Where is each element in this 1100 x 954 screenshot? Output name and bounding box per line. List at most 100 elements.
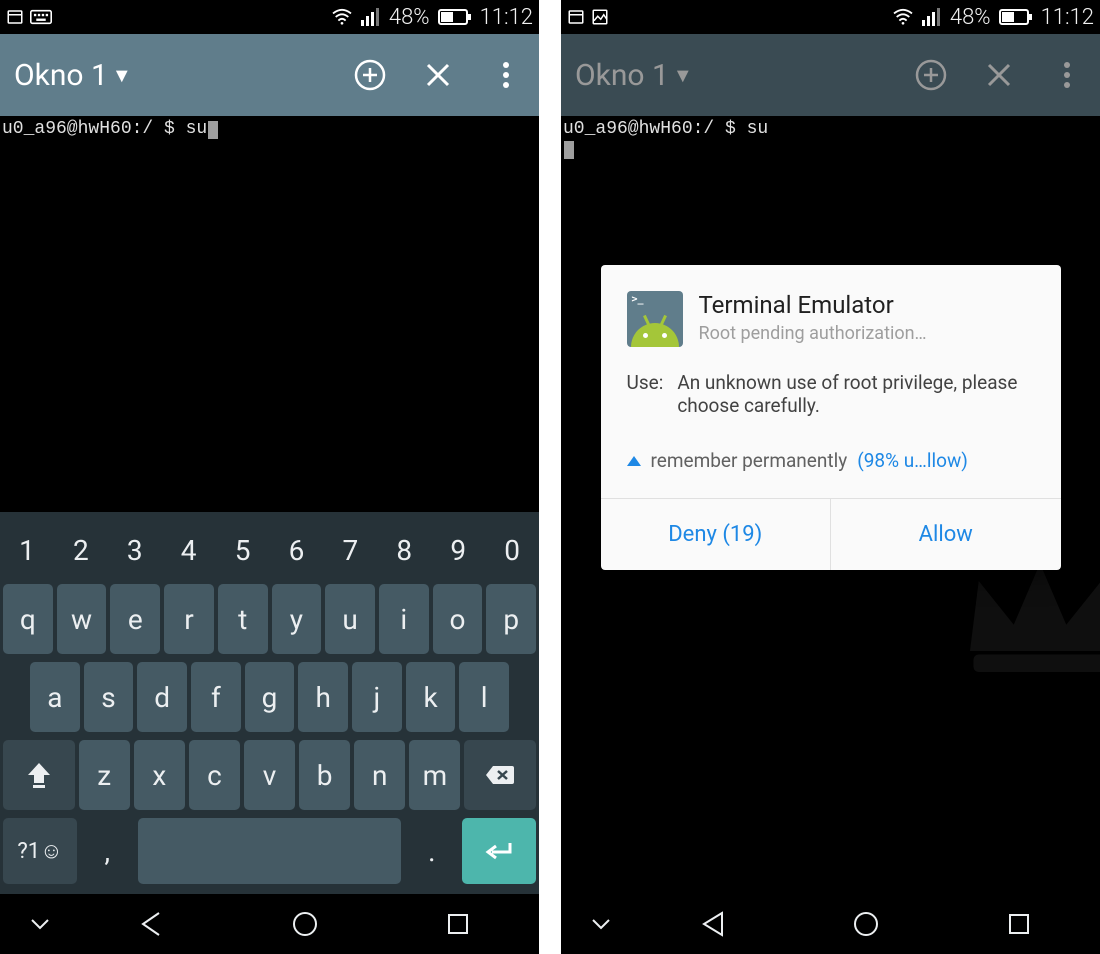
nav-ime-toggle[interactable] <box>20 917 60 931</box>
key-4[interactable]: 4 <box>162 520 216 580</box>
key-v[interactable]: v <box>244 740 295 810</box>
key-y[interactable]: y <box>272 584 322 654</box>
key-x[interactable]: x <box>134 740 185 810</box>
battery-percentage: 48% <box>389 5 430 30</box>
key-f[interactable]: f <box>191 662 241 732</box>
key-p[interactable]: p <box>486 584 536 654</box>
signal-icon <box>361 8 381 26</box>
terminal-output[interactable]: u0_a96@hwH60:/ $ su <box>0 116 539 512</box>
key-backspace[interactable] <box>464 740 536 810</box>
key-i[interactable]: i <box>379 584 429 654</box>
deny-button[interactable]: Deny (19) <box>601 499 831 570</box>
key-k[interactable]: k <box>406 662 456 732</box>
terminal-cursor <box>208 121 218 139</box>
dialog-remember-hint: (98% u…llow) <box>857 449 968 472</box>
notification-image-icon <box>591 8 609 26</box>
terminal-cursor <box>564 141 574 159</box>
add-tab-button[interactable] <box>912 56 950 94</box>
key-m[interactable]: m <box>409 740 460 810</box>
key-q[interactable]: q <box>3 584 53 654</box>
terminal-line: u0_a96@hwH60:/ $ su <box>563 119 768 139</box>
key-j[interactable]: j <box>352 662 402 732</box>
tab-label: Okno 1 <box>575 58 669 93</box>
tab-selector[interactable]: Okno 1 ▼ <box>575 58 693 93</box>
key-u[interactable]: u <box>325 584 375 654</box>
dropdown-caret-icon: ▼ <box>673 63 693 88</box>
key-n[interactable]: n <box>354 740 405 810</box>
wifi-icon <box>331 8 353 26</box>
key-1[interactable]: 1 <box>0 520 54 580</box>
dialog-app-icon: >_ <box>627 291 683 347</box>
status-bar: 48% 11:12 <box>0 0 539 34</box>
allow-button[interactable]: Allow <box>830 499 1061 570</box>
keyboard-row-3: z x c v b n m <box>0 736 539 814</box>
close-tab-button[interactable] <box>419 56 457 94</box>
clock: 11:12 <box>1041 5 1094 30</box>
key-g[interactable]: g <box>245 662 295 732</box>
dialog-use-label: Use: <box>627 371 664 417</box>
key-e[interactable]: e <box>110 584 160 654</box>
allow-label: Allow <box>919 522 973 547</box>
key-c[interactable]: c <box>189 740 240 810</box>
key-o[interactable]: o <box>433 584 483 654</box>
close-tab-button[interactable] <box>980 56 1018 94</box>
phone-left: 48% 11:12 Okno 1 ▼ u0_a96@hwH60:/ $ su <box>0 0 539 954</box>
key-b[interactable]: b <box>299 740 350 810</box>
nav-back-button[interactable] <box>651 909 774 939</box>
key-7[interactable]: 7 <box>323 520 377 580</box>
key-5[interactable]: 5 <box>216 520 270 580</box>
notification-keyboard-icon <box>30 8 52 26</box>
overflow-menu-button[interactable] <box>1048 56 1086 94</box>
key-z[interactable]: z <box>79 740 130 810</box>
battery-percentage: 48% <box>950 5 991 30</box>
battery-icon <box>438 8 472 26</box>
notification-window-icon <box>6 8 24 26</box>
nav-home-button[interactable] <box>804 909 927 939</box>
app-toolbar: Okno 1 ▼ <box>0 34 539 116</box>
key-symbols[interactable]: ?1☺ <box>3 818 77 884</box>
key-9[interactable]: 9 <box>431 520 485 580</box>
tab-selector[interactable]: Okno 1 ▼ <box>14 58 132 93</box>
key-h[interactable]: h <box>298 662 348 732</box>
keyboard-row-4: ?1☺ , . <box>0 814 539 894</box>
nav-bar <box>0 894 539 954</box>
key-6[interactable]: 6 <box>270 520 324 580</box>
battery-icon <box>999 8 1033 26</box>
key-period[interactable]: . <box>405 818 458 884</box>
key-a[interactable]: a <box>30 662 80 732</box>
app-toolbar: Okno 1 ▼ <box>561 34 1100 116</box>
overflow-menu-button[interactable] <box>487 56 525 94</box>
terminal-line: u0_a96@hwH60:/ $ su <box>2 119 207 139</box>
key-0[interactable]: 0 <box>485 520 539 580</box>
dropdown-caret-icon: ▼ <box>112 63 132 88</box>
key-d[interactable]: d <box>137 662 187 732</box>
keyboard-row-1: q w e r t y u i o p <box>0 580 539 658</box>
key-w[interactable]: w <box>57 584 107 654</box>
key-r[interactable]: r <box>164 584 214 654</box>
key-enter[interactable] <box>462 818 536 884</box>
nav-back-button[interactable] <box>90 909 213 939</box>
key-s[interactable]: s <box>84 662 134 732</box>
key-t[interactable]: t <box>218 584 268 654</box>
keyboard-row-2: a s d f g h j k l <box>0 658 539 736</box>
nav-home-button[interactable] <box>243 909 366 939</box>
key-3[interactable]: 3 <box>108 520 162 580</box>
key-shift[interactable] <box>3 740 75 810</box>
dialog-remember-label: remember permanently <box>651 449 848 472</box>
signal-icon <box>922 8 942 26</box>
tab-label: Okno 1 <box>14 58 108 93</box>
key-l[interactable]: l <box>459 662 509 732</box>
nav-recents-button[interactable] <box>957 911 1080 937</box>
dialog-subtitle: Root pending authorization… <box>699 323 1035 344</box>
key-comma[interactable]: , <box>81 818 134 884</box>
notification-window-icon <box>567 8 585 26</box>
nav-recents-button[interactable] <box>396 911 519 937</box>
add-tab-button[interactable] <box>351 56 389 94</box>
root-permission-dialog: >_ Terminal Emulator Root pending author… <box>601 265 1061 570</box>
nav-ime-toggle[interactable] <box>581 917 621 931</box>
key-space[interactable] <box>138 818 402 884</box>
keyboard-number-row: 1 2 3 4 5 6 7 8 9 0 <box>0 520 539 580</box>
dialog-remember-row[interactable]: remember permanently (98% u…llow) <box>601 439 1061 498</box>
key-2[interactable]: 2 <box>54 520 108 580</box>
key-8[interactable]: 8 <box>377 520 431 580</box>
